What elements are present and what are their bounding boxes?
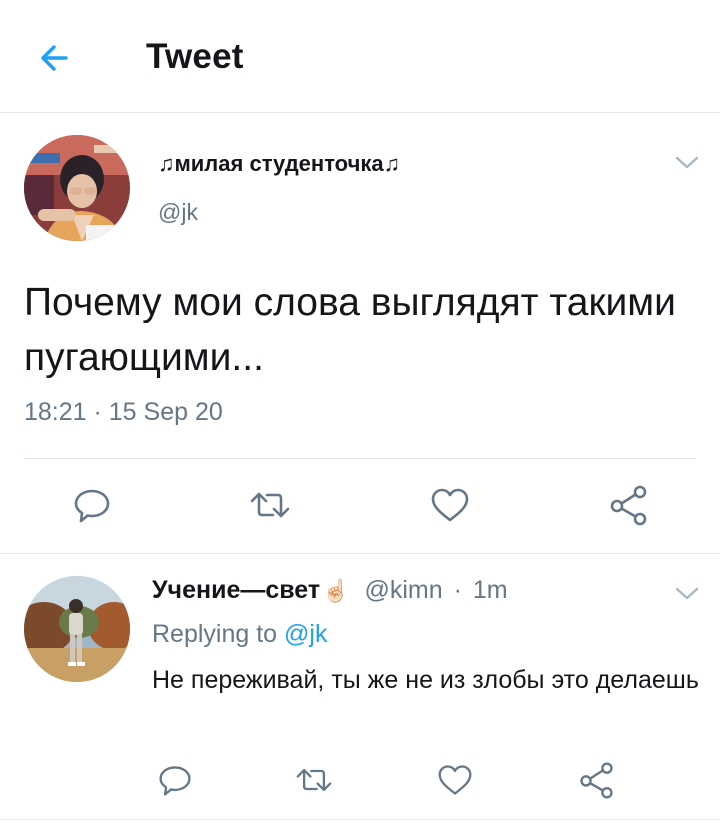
author-handle[interactable]: @kimn bbox=[364, 576, 442, 604]
retweet-icon bbox=[250, 492, 290, 518]
tweet-timestamp[interactable]: 18:21 · 15 Sep 20 bbox=[24, 398, 223, 427]
author-name[interactable]: ♫милая студенточка♫ bbox=[158, 151, 400, 177]
avatar[interactable] bbox=[24, 135, 130, 241]
retweet-button[interactable] bbox=[292, 758, 336, 802]
pointing-up-emoji: ☝🏻 bbox=[322, 578, 350, 603]
mention-link[interactable]: @jk bbox=[284, 620, 327, 648]
retweet-button[interactable] bbox=[248, 483, 292, 527]
reply-header: Учение—свет☝🏻 @kimn · 1m bbox=[152, 576, 508, 605]
reply-tweet[interactable]: Учение—свет☝🏻 @kimn · 1m Replying to @jk… bbox=[0, 554, 720, 820]
retweet-icon bbox=[296, 768, 332, 792]
reply-text: Не переживай, ты же не из злобы это дела… bbox=[152, 666, 699, 694]
back-button[interactable] bbox=[34, 38, 78, 78]
arrow-left-icon bbox=[41, 45, 68, 71]
share-icon bbox=[610, 485, 647, 526]
tweet-text: Почему мои слова выглядят такими пугающи… bbox=[24, 281, 676, 379]
reply-icon bbox=[74, 489, 110, 523]
avatar[interactable] bbox=[24, 576, 130, 682]
meta-separator: · bbox=[453, 576, 462, 604]
like-icon bbox=[438, 765, 472, 795]
like-button[interactable] bbox=[428, 483, 472, 527]
page-title: Tweet bbox=[146, 37, 244, 76]
chevron-down-icon bbox=[675, 587, 699, 600]
replying-prefix: Replying to bbox=[152, 620, 278, 648]
divider bbox=[24, 458, 696, 459]
main-tweet: ♫милая студенточка♫ @jk Почему мои слова… bbox=[0, 113, 720, 554]
reply-menu-button[interactable] bbox=[674, 586, 700, 602]
author-handle[interactable]: @jk bbox=[158, 199, 198, 226]
reply-time: 1m bbox=[472, 576, 508, 604]
like-icon bbox=[431, 488, 469, 522]
share-button[interactable] bbox=[574, 758, 618, 802]
top-bar: Tweet bbox=[0, 0, 720, 113]
reply-button[interactable] bbox=[153, 758, 197, 802]
replying-to: Replying to @jk bbox=[152, 620, 327, 649]
tweet-menu-button[interactable] bbox=[674, 155, 700, 171]
chevron-down-icon bbox=[675, 156, 699, 169]
share-button[interactable] bbox=[606, 483, 650, 527]
share-icon bbox=[580, 762, 613, 799]
reply-button[interactable] bbox=[70, 483, 114, 527]
author-name[interactable]: Учение—свет bbox=[152, 576, 320, 604]
like-button[interactable] bbox=[433, 758, 477, 802]
reply-icon bbox=[159, 766, 191, 796]
